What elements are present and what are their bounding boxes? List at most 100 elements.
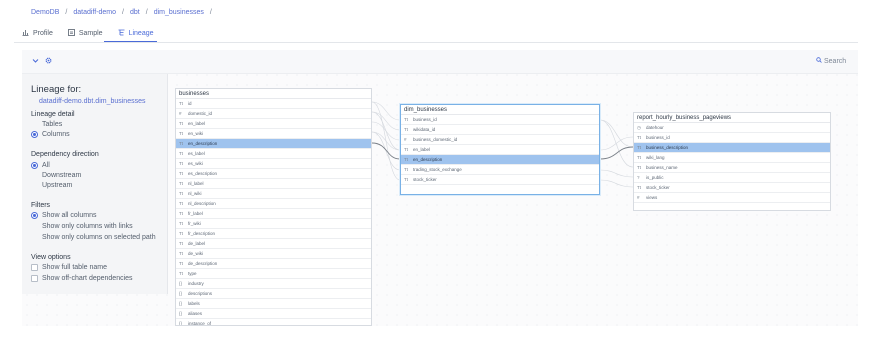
column-row[interactable]: Tt wiki_lang (634, 153, 830, 163)
column-row[interactable]: Tt nl_description (176, 199, 371, 209)
column-type-icon: Tt (179, 191, 183, 196)
column-name: is_public (646, 175, 664, 180)
column-row[interactable]: Tt wikidata_id (401, 125, 599, 135)
column-row[interactable]: Tt en_label (401, 145, 599, 155)
column-row[interactable]: Tt fr_label (176, 209, 371, 219)
column-name: en_label (188, 121, 206, 126)
column-row[interactable]: Tt type (176, 269, 371, 279)
column-row[interactable]: Tt nl_wiki (176, 189, 371, 199)
column-name: descriptions (188, 291, 213, 296)
table-node-report-hourly-business-pageviews[interactable]: report_hourly_business_pageviews ◷ dateho… (633, 112, 831, 211)
column-row[interactable]: # business_domestic_id (401, 135, 599, 145)
column-row[interactable]: Tt es_label (176, 149, 371, 159)
column-type-icon: Tt (404, 147, 408, 152)
column-row[interactable]: Tt stock_ticker (401, 175, 599, 185)
column-type-icon: Tt (179, 131, 183, 136)
column-type-icon: Tt (637, 155, 641, 160)
column-row[interactable]: ◷ datehour (634, 123, 830, 133)
column-row[interactable]: Tt en_description (401, 155, 599, 165)
column-name: es_description (188, 171, 218, 176)
column-name: type (188, 271, 197, 276)
column-row[interactable]: Tt stock_ticker (634, 183, 830, 193)
column-type-icon: Tt (179, 231, 183, 236)
column-name: es_wiki (188, 161, 203, 166)
column-type-icon: Tt (637, 135, 641, 140)
column-type-icon: {} (179, 311, 183, 316)
column-row[interactable]: Tt de_wiki (176, 249, 371, 259)
column-name: instance_of (188, 321, 212, 326)
column-row[interactable]: {} instance_of (176, 319, 371, 326)
column-name: views (646, 195, 658, 200)
column-type-icon: Tt (179, 251, 183, 256)
column-name: business_description (646, 145, 689, 150)
column-row[interactable]: Tt business_id (401, 115, 599, 125)
column-type-icon: Tt (179, 201, 183, 206)
column-row[interactable]: Tt es_description (176, 169, 371, 179)
column-name: en_label (413, 147, 431, 152)
table-node-title: businesses (176, 89, 371, 99)
column-row[interactable]: # views (634, 193, 830, 203)
column-row[interactable]: {} descriptions (176, 289, 371, 299)
column-row[interactable]: Tt business_description (634, 143, 830, 153)
column-row[interactable]: Tt de_label (176, 239, 371, 249)
column-type-icon: Tt (179, 241, 183, 246)
column-list: ◷ datehour Tt business_id Tt business_descrip… (634, 123, 830, 203)
column-type-icon: Tt (404, 177, 408, 182)
column-name: industry (188, 281, 204, 286)
column-row[interactable]: Tt fr_wiki (176, 219, 371, 229)
column-row[interactable]: ? is_public (634, 173, 830, 183)
column-type-icon: # (179, 111, 182, 116)
column-type-icon: Tt (179, 171, 183, 176)
column-name: business_id (413, 117, 437, 122)
column-row[interactable]: # domestic_id (176, 109, 371, 119)
column-row[interactable]: Tt business_name (634, 163, 830, 173)
column-row[interactable]: {} aliases (176, 309, 371, 319)
column-row[interactable]: Tt en_label (176, 119, 371, 129)
column-name: nl_description (188, 201, 216, 206)
column-type-icon: {} (179, 321, 183, 326)
column-type-icon: Tt (404, 127, 408, 132)
column-type-icon: # (404, 137, 407, 142)
column-type-icon: Tt (179, 101, 183, 106)
column-name: wiki_lang (646, 155, 665, 160)
column-name: en_description (413, 157, 443, 162)
column-row[interactable]: Tt es_wiki (176, 159, 371, 169)
column-row[interactable]: Tt fr_description (176, 229, 371, 239)
table-node-title: report_hourly_business_pageviews (634, 113, 830, 123)
column-type-icon: Tt (179, 151, 183, 156)
column-type-icon: Tt (404, 157, 408, 162)
column-row[interactable]: Tt en_description (176, 139, 371, 149)
column-type-icon: Tt (179, 211, 183, 216)
column-type-icon: Tt (637, 165, 641, 170)
table-node-businesses[interactable]: businesses Tt id # domestic_id Tt en_label Tt e… (175, 88, 372, 326)
column-type-icon: ◷ (637, 124, 641, 130)
column-name: labels (188, 301, 200, 306)
column-name: datehour (646, 125, 664, 130)
column-row[interactable]: Tt en_wiki (176, 129, 371, 139)
column-name: es_label (188, 151, 205, 156)
column-type-icon: {} (179, 301, 183, 306)
table-node-dim-businesses[interactable]: dim_businesses Tt business_id Tt wikidata_i… (400, 104, 600, 195)
column-name: domestic_id (188, 111, 213, 116)
column-row[interactable]: Tt de_description (176, 259, 371, 269)
column-type-icon: Tt (179, 141, 183, 146)
column-row[interactable]: {} labels (176, 299, 371, 309)
column-list: Tt business_id Tt wikidata_id # business_dome… (401, 115, 599, 185)
column-type-icon: Tt (179, 221, 183, 226)
table-node-title: dim_businesses (401, 105, 599, 115)
column-row[interactable]: Tt business_id (634, 133, 830, 143)
lineage-edge-selected (599, 146, 634, 160)
column-name: en_description (188, 141, 218, 146)
column-row[interactable]: Tt trading_stock_exchange (401, 165, 599, 175)
column-name: nl_label (188, 181, 204, 186)
column-row[interactable]: {} industry (176, 279, 371, 289)
column-type-icon: Tt (637, 185, 641, 190)
column-name: fr_wiki (188, 221, 201, 226)
column-name: business_name (646, 165, 678, 170)
column-row[interactable]: Tt id (176, 99, 371, 109)
column-type-icon: ? (637, 175, 640, 180)
column-type-icon: Tt (179, 161, 183, 166)
column-row[interactable]: Tt nl_label (176, 179, 371, 189)
column-name: id (188, 101, 192, 106)
column-name: de_label (188, 241, 206, 246)
